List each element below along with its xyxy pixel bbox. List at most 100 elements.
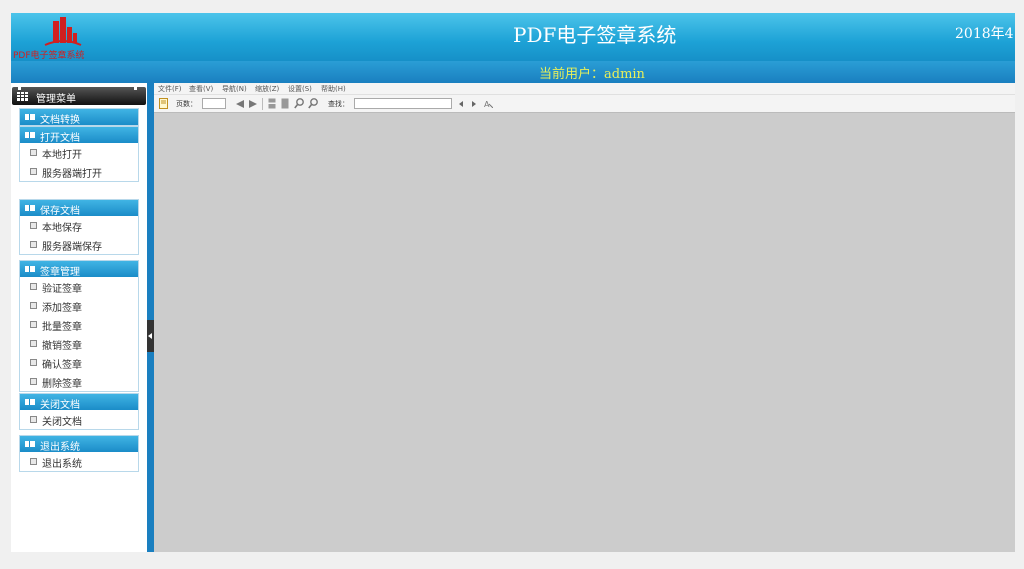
menu-item-label: 删除签章 bbox=[42, 379, 82, 390]
menu-item-label: 服务器端打开 bbox=[42, 169, 102, 180]
single-page-icon[interactable] bbox=[281, 98, 289, 109]
menu-group-save: 保存文档 本地保存 服务器端保存 bbox=[19, 199, 139, 255]
menu-item-label: 本地保存 bbox=[42, 223, 82, 234]
group-header-seal[interactable]: 签章管理 bbox=[20, 261, 138, 278]
group-header-exit[interactable]: 退出系统 bbox=[20, 436, 138, 453]
toolbar-separator bbox=[262, 98, 263, 110]
logo-buildings-icon bbox=[44, 17, 82, 46]
logo-text: PDF电子签章系统 bbox=[13, 51, 85, 61]
sidebar-splitter[interactable] bbox=[147, 83, 154, 552]
menu-item-confirm-seal[interactable]: 确认签章 bbox=[20, 353, 138, 372]
book-icon bbox=[25, 399, 35, 405]
logo: PDF电子签章系统 bbox=[11, 13, 116, 61]
zoom-in-icon[interactable] bbox=[294, 98, 304, 109]
current-user-label: 当前用户：admin bbox=[539, 67, 645, 82]
menu-item-exit-system[interactable]: 退出系统 bbox=[20, 452, 138, 471]
user-bar: 当前用户：admin bbox=[11, 61, 1015, 83]
menu-item-batch-seal[interactable]: 批量签章 bbox=[20, 315, 138, 334]
menu-item-local-open[interactable]: 本地打开 bbox=[20, 143, 138, 162]
document-icon[interactable] bbox=[159, 98, 169, 109]
menu-item-label: 确认签章 bbox=[42, 360, 82, 371]
find-prev-icon[interactable] bbox=[459, 101, 463, 107]
app-frame: PDF电子签章系统 PDF电子签章系统 2018年4 当前用户：admin 管理… bbox=[11, 13, 1015, 552]
menu-item-close-doc[interactable]: 关闭文档 bbox=[20, 410, 138, 429]
book-icon bbox=[25, 441, 35, 447]
menu-item-delete-seal[interactable]: 删除签章 bbox=[20, 372, 138, 391]
menu-item-revoke-seal[interactable]: 撤销签章 bbox=[20, 334, 138, 353]
group-header-open[interactable]: 打开文档 bbox=[20, 127, 138, 144]
menu-item-label: 批量签章 bbox=[42, 322, 82, 333]
find-input[interactable] bbox=[354, 98, 452, 109]
menu-item-label: 服务器端保存 bbox=[42, 242, 102, 253]
page-icon bbox=[30, 458, 37, 465]
pdf-viewer[interactable]: 文件(F) 查看(V) 导航(N) 缩放(Z) 设置(S) 帮助(H) 页数： bbox=[154, 83, 1015, 552]
sidebar: 管理菜单 文档转换 打开文档 本地打开 服务器端打开 保存文档 本地保存 服务器… bbox=[11, 83, 147, 552]
viewer-menubar: 文件(F) 查看(V) 导航(N) 缩放(Z) 设置(S) 帮助(H) bbox=[154, 83, 1015, 95]
menu-settings[interactable]: 设置(S) bbox=[288, 84, 312, 94]
page-icon bbox=[30, 241, 37, 248]
book-icon bbox=[25, 266, 35, 272]
group-header-convert[interactable]: 文档转换 bbox=[20, 109, 138, 126]
menu-item-local-save[interactable]: 本地保存 bbox=[20, 216, 138, 235]
menu-group-open: 打开文档 本地打开 服务器端打开 bbox=[19, 126, 139, 182]
find-next-icon[interactable] bbox=[472, 101, 476, 107]
menu-item-label: 退出系统 bbox=[42, 459, 82, 470]
continuous-page-icon[interactable] bbox=[268, 98, 276, 109]
menu-help[interactable]: 帮助(H) bbox=[321, 84, 346, 94]
book-icon bbox=[25, 132, 35, 138]
next-page-icon[interactable] bbox=[249, 100, 257, 108]
menu-item-server-open[interactable]: 服务器端打开 bbox=[20, 162, 138, 181]
menu-group-seal: 签章管理 验证签章 添加签章 批量签章 撤销签章 确认签章 删除签章 bbox=[19, 260, 139, 392]
page-icon bbox=[30, 302, 37, 309]
menu-item-verify-seal[interactable]: 验证签章 bbox=[20, 277, 138, 296]
page-label: 页数： bbox=[176, 100, 197, 108]
page-icon bbox=[30, 149, 37, 156]
menu-navigate[interactable]: 导航(N) bbox=[222, 84, 247, 94]
page-icon bbox=[30, 416, 37, 423]
book-icon bbox=[25, 114, 35, 120]
find-options-icon[interactable]: A bbox=[484, 99, 493, 108]
prev-page-icon[interactable] bbox=[236, 100, 244, 108]
menu-file[interactable]: 文件(F) bbox=[158, 84, 182, 94]
pin-icon bbox=[18, 85, 21, 90]
pin-icon bbox=[134, 85, 137, 90]
page-input[interactable] bbox=[202, 98, 226, 109]
find-label: 查找： bbox=[328, 100, 349, 108]
menu-item-server-save[interactable]: 服务器端保存 bbox=[20, 235, 138, 254]
menu-item-label: 关闭文档 bbox=[42, 417, 82, 428]
menu-view[interactable]: 查看(V) bbox=[189, 84, 213, 94]
group-label: 签章管理 bbox=[40, 267, 80, 278]
group-label: 打开文档 bbox=[40, 133, 80, 144]
group-label: 文档转换 bbox=[40, 115, 80, 126]
menu-group-exit: 退出系统 退出系统 bbox=[19, 435, 139, 472]
page-icon bbox=[30, 283, 37, 290]
group-label: 保存文档 bbox=[40, 206, 80, 217]
sidebar-title: 管理菜单 bbox=[36, 94, 76, 105]
viewer-toolbar: 页数： 查找： A bbox=[154, 95, 1015, 113]
book-icon bbox=[25, 205, 35, 211]
date-display: 2018年4 bbox=[955, 26, 1014, 42]
sidebar-header: 管理菜单 bbox=[12, 85, 146, 105]
group-header-close[interactable]: 关闭文档 bbox=[20, 394, 138, 411]
page-icon bbox=[30, 168, 37, 175]
menu-item-label: 本地打开 bbox=[42, 150, 82, 161]
header: PDF电子签章系统 PDF电子签章系统 2018年4 bbox=[11, 13, 1015, 61]
page-icon bbox=[30, 378, 37, 385]
menu-item-add-seal[interactable]: 添加签章 bbox=[20, 296, 138, 315]
zoom-out-icon[interactable] bbox=[308, 98, 318, 109]
page-title: PDF电子签章系统 bbox=[513, 23, 677, 47]
menu-zoom[interactable]: 缩放(Z) bbox=[255, 84, 279, 94]
grid-icon bbox=[17, 92, 28, 101]
page-icon bbox=[30, 359, 37, 366]
menu-group-convert: 文档转换 bbox=[19, 108, 139, 126]
page-icon bbox=[30, 222, 37, 229]
group-label: 退出系统 bbox=[40, 442, 80, 453]
menu-group-close: 关闭文档 关闭文档 bbox=[19, 393, 139, 430]
page-icon bbox=[30, 340, 37, 347]
collapse-sidebar-button[interactable] bbox=[147, 320, 154, 352]
menu-item-label: 撤销签章 bbox=[42, 341, 82, 352]
group-header-save[interactable]: 保存文档 bbox=[20, 200, 138, 217]
menu-item-label: 添加签章 bbox=[42, 303, 82, 314]
group-label: 关闭文档 bbox=[40, 400, 80, 411]
page-icon bbox=[30, 321, 37, 328]
